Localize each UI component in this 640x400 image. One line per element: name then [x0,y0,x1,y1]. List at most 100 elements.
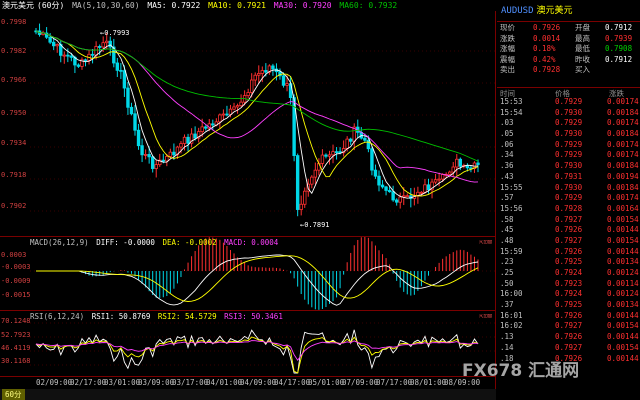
tick-time: .57 [500,193,514,203]
candle [232,102,236,111]
tick-price: 0.7930 [555,161,583,171]
candle [80,57,84,70]
candle [225,105,229,117]
tick-row: .36 0.7930 0.00184 [497,161,640,172]
price-panel[interactable]: 0.7998 0.7982 0.7966 0.7950 0.7934 0.7918 0.79… [0,11,496,236]
quote-value: 0.7926 [533,23,561,32]
tick-row: 16:00 0.7924 0.00124 [497,289,640,300]
x-axis-label: 03/09:00 [138,378,175,387]
candle [112,38,116,68]
quote-value: 0.7928 [533,65,561,74]
tick-change: 0.00134 [607,300,639,310]
candle [126,81,130,115]
candle [136,124,141,150]
rsi3-value: RSI3: 50.3461 [224,312,283,321]
quote-label: 卖出 [500,65,515,74]
candle [331,144,335,164]
tick-row: 15:56 0.7928 0.00164 [497,204,640,215]
tick-change: 0.00174 [607,97,639,106]
candle [299,195,303,216]
tick-change: 0.00184 [607,182,639,192]
tick-change: 0.00174 [607,139,639,149]
candle [154,159,158,178]
rsi-name: RSI(6,12,24) [30,312,85,321]
quote-value: 0.7912 [605,54,633,64]
x-axis-label: 05/01:00 [308,378,345,387]
candle [373,164,378,179]
tick-list[interactable]: 15:53 0.7929 0.00174 15:54 0.7930 0.00184 .03 0… [497,97,640,364]
macd-diff: DIFF: -0.0000 [96,238,155,247]
tick-price: 0.7923 [555,278,583,288]
y-axis-label: 0.7966 [1,76,27,84]
quote-label: 涨跌 [500,33,515,43]
x-axis-label: 08/01:00 [410,378,447,387]
quote-label: 现价 [500,23,515,32]
candle [423,178,427,194]
candle [394,198,399,206]
tick-change: 0.00124 [607,268,639,277]
y-axis-label: 0.7918 [1,171,27,179]
tick-change: 0.00144 [607,353,639,363]
tick-row: 16:01 0.7926 0.00144 [497,311,640,322]
candle [119,63,123,79]
quote-label: 最低 [575,44,590,53]
chart-area[interactable]: 0.7998 0.7982 0.7966 0.7950 0.7934 0.7918 0.79… [0,0,496,400]
rsi-panel[interactable]: 70.1248 52.7923 46.4119 30.1168 RSI(6,12,24… [0,310,496,376]
tick-price: 0.7927 [555,214,583,224]
quote-label: 开盘 [575,23,590,32]
quote-value: 0.42% [533,54,556,64]
tick-change: 0.00144 [607,225,639,235]
tick-change: 0.00144 [607,332,639,342]
tick-price: 0.7926 [555,246,583,256]
tick-time: 16:00 [500,289,523,299]
tick-time: .25 [500,268,514,277]
tick-row: 15:59 0.7926 0.00144 [497,247,640,258]
tick-row: .37 0.7925 0.00134 [497,300,640,311]
y-axis-label: 70.1248 [1,317,31,325]
tick-time: .48 [500,235,514,245]
tick-price: 0.7930 [555,107,583,117]
macd-window-controls[interactable]: ⇱⊡⊠ [479,238,492,246]
tick-time: 16:02 [500,321,523,331]
macd-value: MACD: 0.0004 [224,238,279,247]
candlestick-chart[interactable] [0,11,496,236]
tick-header: 时间 价格 涨跌 [497,87,640,98]
candle [370,145,374,176]
candle [391,185,395,202]
candle [405,193,409,198]
rsi-window-controls[interactable]: ⇱⊡⊠ [479,312,492,320]
tick-change: 0.00154 [607,321,639,331]
quote-row: 卖出 0.7928 买入 [497,65,640,76]
low-annotation: ←0.7891 [300,221,330,229]
quote-label: 买入 [575,65,590,74]
y-axis-label: 0.7982 [1,47,27,55]
candle [324,153,328,159]
tick-time: 15:59 [500,246,523,256]
quote-value: 0.7912 [605,23,633,32]
tick-price: 0.7929 [555,193,583,203]
candle [341,140,346,157]
time-axis: 02/09:00 02/17:00 03/01:00 03/09:00 03/17:00… [0,376,496,389]
rsi2-value: RSI2: 54.5729 [157,312,217,321]
tick-change: 0.00124 [607,289,639,299]
candle [239,94,243,107]
candle [472,161,477,173]
watermark-logo: FX678 汇通网 [462,361,580,381]
macd-chart[interactable] [0,237,496,310]
tick-change: 0.00144 [607,246,639,256]
ma10-value: MA10: 0.7921 [208,1,266,10]
tick-price: 0.7926 [555,310,583,320]
x-axis-label: 07/17:00 [376,378,413,387]
quote-panel: AUDUSD 澳元美元 现价 0.7926 开盘 0.7912 涨跌 0.0014 最高 0.7… [497,0,640,400]
tick-time: .13 [500,332,514,342]
macd-panel[interactable]: 0.0003 -0.0003 -0.0009 -0.0015 MACD(26,12,9… [0,236,496,310]
x-axis-label: 02/17:00 [70,378,107,387]
tick-price: 0.7929 [555,150,583,160]
tick-price: 0.7927 [555,342,583,352]
candle [235,103,240,114]
candle [398,192,402,209]
x-axis-label: 04/09:00 [240,378,277,387]
candle [44,27,49,39]
y-axis-label: 0.7934 [1,139,27,147]
period-tab[interactable]: 60分 [2,389,25,400]
